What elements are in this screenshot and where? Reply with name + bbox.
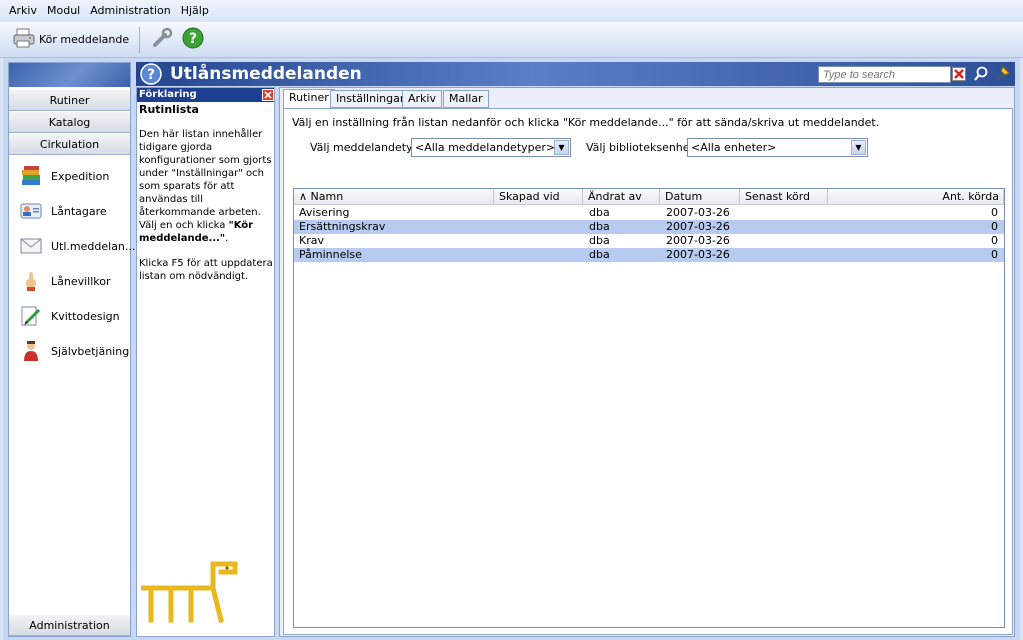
nav-item-label: Lånevillkor: [51, 274, 111, 288]
envelope-icon: [19, 234, 43, 258]
cell-namn: Avisering: [299, 206, 350, 219]
instruction-text: Välj en inställning från listan nedanför…: [292, 116, 880, 129]
dog-logo-icon: [140, 558, 241, 627]
cell-datum: 2007-03-26: [666, 248, 730, 261]
nav-item-lantagare[interactable]: Låntagare: [19, 196, 107, 226]
nav-item-label: Låntagare: [51, 204, 107, 218]
cell-andrat-av: dba: [589, 248, 610, 261]
menu-hjalp[interactable]: Hjälp: [176, 0, 214, 21]
printer-icon: [12, 27, 36, 52]
main-content: Rutiner Inställningar Arkiv Mallar Välj …: [279, 87, 1015, 637]
cell-ant-korda: 0: [991, 220, 998, 233]
toolbar: Kör meddelande ?: [0, 22, 1023, 58]
explanation-refresh-hint: Klicka F5 för att uppdatera listan om nö…: [139, 258, 273, 282]
message-type-value: <Alla meddelandetyper>: [415, 141, 556, 154]
cell-ant-korda: 0: [991, 206, 998, 219]
nav-item-label: Kvittodesign: [51, 309, 120, 323]
explanation-text-end: .: [225, 233, 229, 244]
cell-namn: Påminnelse: [299, 248, 362, 261]
run-message-label: Kör meddelande: [39, 33, 130, 46]
wrench-icon: [150, 26, 174, 53]
routine-list: ∧ Namn Skapad vid Ändrat av Datum Senast…: [293, 188, 1005, 628]
nav-item-label: Självbetjäning: [51, 344, 130, 358]
column-header-namn[interactable]: ∧ Namn: [294, 189, 494, 205]
library-unit-select[interactable]: <Alla enheter> ▼: [687, 138, 868, 157]
nav-item-label: Utl.meddelan...: [51, 239, 136, 253]
clear-search-icon[interactable]: [952, 67, 966, 84]
library-unit-value: <Alla enheter>: [691, 141, 777, 154]
nav-item-lanevillkor[interactable]: Lånevillkor: [19, 266, 111, 296]
user-card-icon: [19, 199, 43, 223]
close-icon[interactable]: [262, 89, 274, 104]
settings-button[interactable]: [146, 26, 178, 54]
nav-bar-rutiner[interactable]: Rutiner: [9, 90, 130, 111]
chevron-down-icon[interactable]: ▼: [851, 140, 866, 155]
explanation-header: Förklaring: [137, 88, 274, 102]
tab-mallar[interactable]: Mallar: [443, 90, 489, 108]
column-header-ant-korda[interactable]: Ant. körda: [828, 189, 1004, 205]
column-header-skapad-vid[interactable]: Skapad vid: [494, 189, 583, 205]
explanation-heading: Förklaring: [139, 89, 197, 100]
page-title: Utlånsmeddelanden: [170, 64, 362, 84]
tab-installningar[interactable]: Inställningar: [330, 90, 411, 108]
nav-item-utl-meddelanden[interactable]: Utl.meddelan...: [19, 231, 135, 261]
column-header-senast-kord[interactable]: Senast körd: [740, 189, 828, 205]
person-icon: [19, 339, 43, 363]
explanation-panel: Förklaring Rutinlista Den här listan inn…: [136, 87, 275, 637]
cell-ant-korda: 0: [991, 234, 998, 247]
cell-datum: 2007-03-26: [666, 206, 730, 219]
explanation-paragraph: Den här listan innehåller tidigare gjord…: [139, 128, 273, 245]
explanation-text: Den här listan innehåller tidigare gjord…: [139, 129, 272, 231]
unit-filter-label: Välj biblioteksenhet:: [586, 141, 698, 154]
help-button[interactable]: ?: [178, 26, 208, 54]
help-circle-icon[interactable]: ?: [140, 63, 162, 88]
edit-document-icon: [19, 304, 43, 328]
cell-ant-korda: 0: [991, 248, 998, 261]
menu-administration[interactable]: Administration: [85, 0, 176, 21]
chevron-down-icon[interactable]: ▼: [554, 140, 569, 155]
table-row[interactable]: Krav dba 2007-03-26 0: [294, 234, 1004, 248]
cell-andrat-av: dba: [589, 206, 610, 219]
svg-text:?: ?: [189, 31, 197, 47]
table-row[interactable]: Påminnelse dba 2007-03-26 0: [294, 248, 1004, 262]
menu-bar: Arkiv Modul Administration Hjälp: [0, 0, 1023, 21]
nav-item-label: Expedition: [51, 169, 110, 183]
cell-namn: Ersättningskrav: [299, 220, 386, 233]
nav-bar-administration[interactable]: Administration: [9, 615, 130, 636]
cell-datum: 2007-03-26: [666, 234, 730, 247]
tab-pane: Välj en inställning från listan nedanför…: [283, 108, 1013, 635]
menu-modul[interactable]: Modul: [42, 0, 85, 21]
table-row[interactable]: Ersättningskrav dba 2007-03-26 0: [294, 220, 1004, 234]
pin-icon[interactable]: [995, 65, 1011, 86]
explanation-body: Rutinlista Den här listan innehåller tid…: [139, 103, 273, 283]
nav-item-kvittodesign[interactable]: Kvittodesign: [19, 301, 120, 331]
help-icon: ?: [182, 27, 204, 52]
cell-namn: Krav: [299, 234, 324, 247]
cell-datum: 2007-03-26: [666, 220, 730, 233]
nav-item-sjalvbetjaning[interactable]: Självbetjäning: [19, 336, 129, 366]
menu-arkiv[interactable]: Arkiv: [4, 0, 42, 21]
type-filter-label: Välj meddelandetyp:: [310, 141, 424, 154]
column-header-datum[interactable]: Datum: [660, 189, 740, 205]
cell-andrat-av: dba: [589, 234, 610, 247]
tab-arkiv[interactable]: Arkiv: [402, 90, 442, 108]
svg-text:?: ?: [147, 67, 155, 83]
left-nav-panel: Rutiner Katalog Cirkulation Expedition L…: [8, 62, 135, 637]
toolbar-separator: [139, 26, 141, 53]
column-header-andrat-av[interactable]: Ändrat av: [583, 189, 660, 205]
nav-item-expedition[interactable]: Expedition: [19, 161, 109, 191]
explanation-title: Rutinlista: [139, 103, 199, 116]
cell-andrat-av: dba: [589, 220, 610, 233]
nav-banner: [9, 63, 130, 87]
search-input[interactable]: [818, 66, 951, 83]
nav-bar-katalog[interactable]: Katalog: [9, 112, 130, 133]
message-type-select[interactable]: <Alla meddelandetyper> ▼: [411, 138, 571, 157]
search-icon[interactable]: [974, 66, 988, 85]
books-icon: [19, 164, 43, 188]
table-row[interactable]: Avisering dba 2007-03-26 0: [294, 206, 1004, 220]
nav-bar-cirkulation[interactable]: Cirkulation: [9, 134, 130, 155]
run-message-button[interactable]: Kör meddelande: [8, 26, 133, 54]
tab-rutiner[interactable]: Rutiner: [283, 89, 335, 108]
hand-icon: [19, 269, 43, 293]
